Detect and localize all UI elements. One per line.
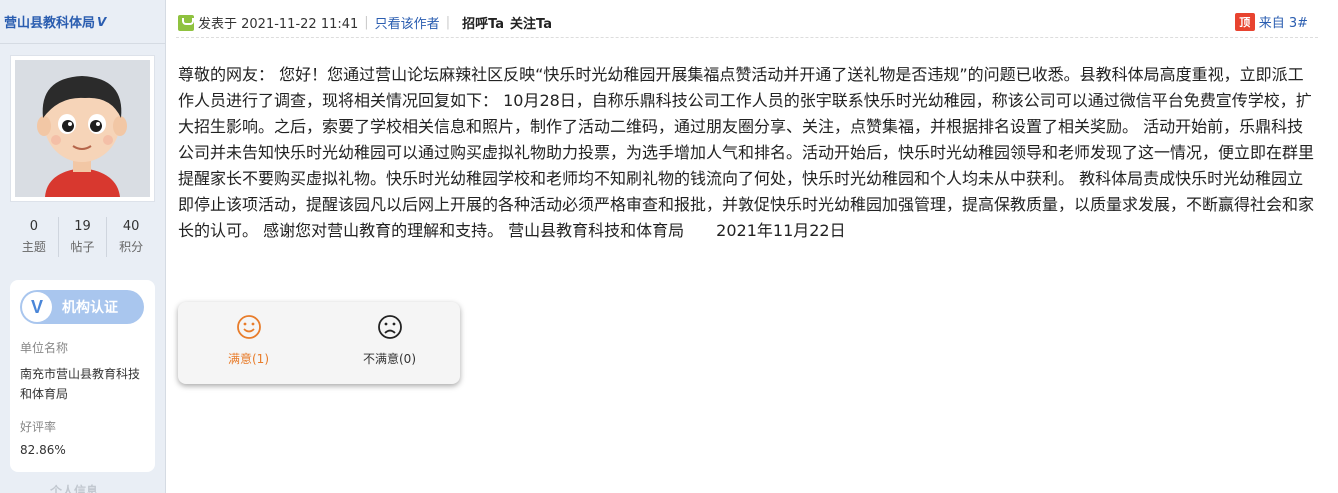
post-main: 发表于 2021-11-22 11:41 | 只看该作者 | 招呼Ta 关注Ta… xyxy=(166,0,1338,493)
cartoon-boy-icon xyxy=(15,60,150,197)
stat-value: 40 xyxy=(122,219,140,234)
stat-value: 0 xyxy=(29,219,38,234)
rating-value: 82.86% xyxy=(20,443,66,457)
verified-v-icon: V xyxy=(22,292,52,322)
floor-number[interactable]: 来自 3# xyxy=(1259,12,1308,31)
post-date: 发表于 2021-11-22 11:41 xyxy=(198,17,359,32)
stat-value: 19 xyxy=(74,219,91,234)
rating-label: 好评率 xyxy=(20,420,57,434)
stat-label: 积分 xyxy=(119,240,144,254)
satisfaction-panel: 满意(1) 不满意(0) xyxy=(178,302,460,384)
unsatisfied-button[interactable]: 不满意(0) xyxy=(319,302,460,384)
divider: | xyxy=(445,15,451,30)
post-meta-bar: 发表于 2021-11-22 11:41 | 只看该作者 | 招呼Ta 关注Ta… xyxy=(176,8,1318,38)
online-status-icon xyxy=(178,14,194,31)
only-author-link[interactable]: 只看该作者 xyxy=(375,13,440,32)
author-sidebar: 营山县教科体局 V 0 主题 19 帖子 40 积分 V 机构认证 单位名称 南… xyxy=(0,0,166,493)
organization-card: V 机构认证 单位名称 南充市营山县教育科技和体育局 好评率 82.86% xyxy=(10,280,155,472)
post-body: 尊敬的网友： 您好！您通过营山论坛麻辣社区反映“快乐时光幼稚园开展集福点赞活动并… xyxy=(178,65,1315,240)
divider: | xyxy=(364,15,369,30)
satisfied-button[interactable]: 满意(1) xyxy=(178,302,319,384)
author-name[interactable]: 营山县教科体局 xyxy=(4,12,95,31)
avatar-image xyxy=(15,60,150,197)
follow-link[interactable]: 关注Ta xyxy=(510,13,552,32)
frown-icon xyxy=(377,315,402,339)
smile-icon xyxy=(236,315,261,339)
satisfied-label: 满意(1) xyxy=(228,352,269,366)
author-header: 营山县教科体局 V xyxy=(0,0,165,44)
verified-icon: V xyxy=(97,14,107,29)
stat-topics[interactable]: 0 主题 xyxy=(10,217,59,257)
unit-label: 单位名称 xyxy=(20,341,69,355)
organization-verified-badge[interactable]: V 机构认证 xyxy=(20,290,144,324)
profile-section-partial: 个人信息 xyxy=(50,484,99,493)
avatar[interactable] xyxy=(10,55,155,202)
unit-value: 南充市营山县教育科技和体育局 xyxy=(20,367,141,401)
stat-points[interactable]: 40 积分 xyxy=(107,217,155,257)
auth-label: 机构认证 xyxy=(62,300,118,316)
top-post-icon[interactable]: 顶 xyxy=(1234,12,1255,31)
greet-link[interactable]: 招呼Ta xyxy=(462,13,504,32)
stat-posts[interactable]: 19 帖子 xyxy=(59,217,108,257)
post-floor-info: 顶 来自 3# xyxy=(1234,12,1308,31)
unsatisfied-label: 不满意(0) xyxy=(363,352,416,366)
stat-label: 帖子 xyxy=(70,240,95,254)
author-stats: 0 主题 19 帖子 40 积分 xyxy=(10,217,155,257)
stat-label: 主题 xyxy=(21,240,46,254)
